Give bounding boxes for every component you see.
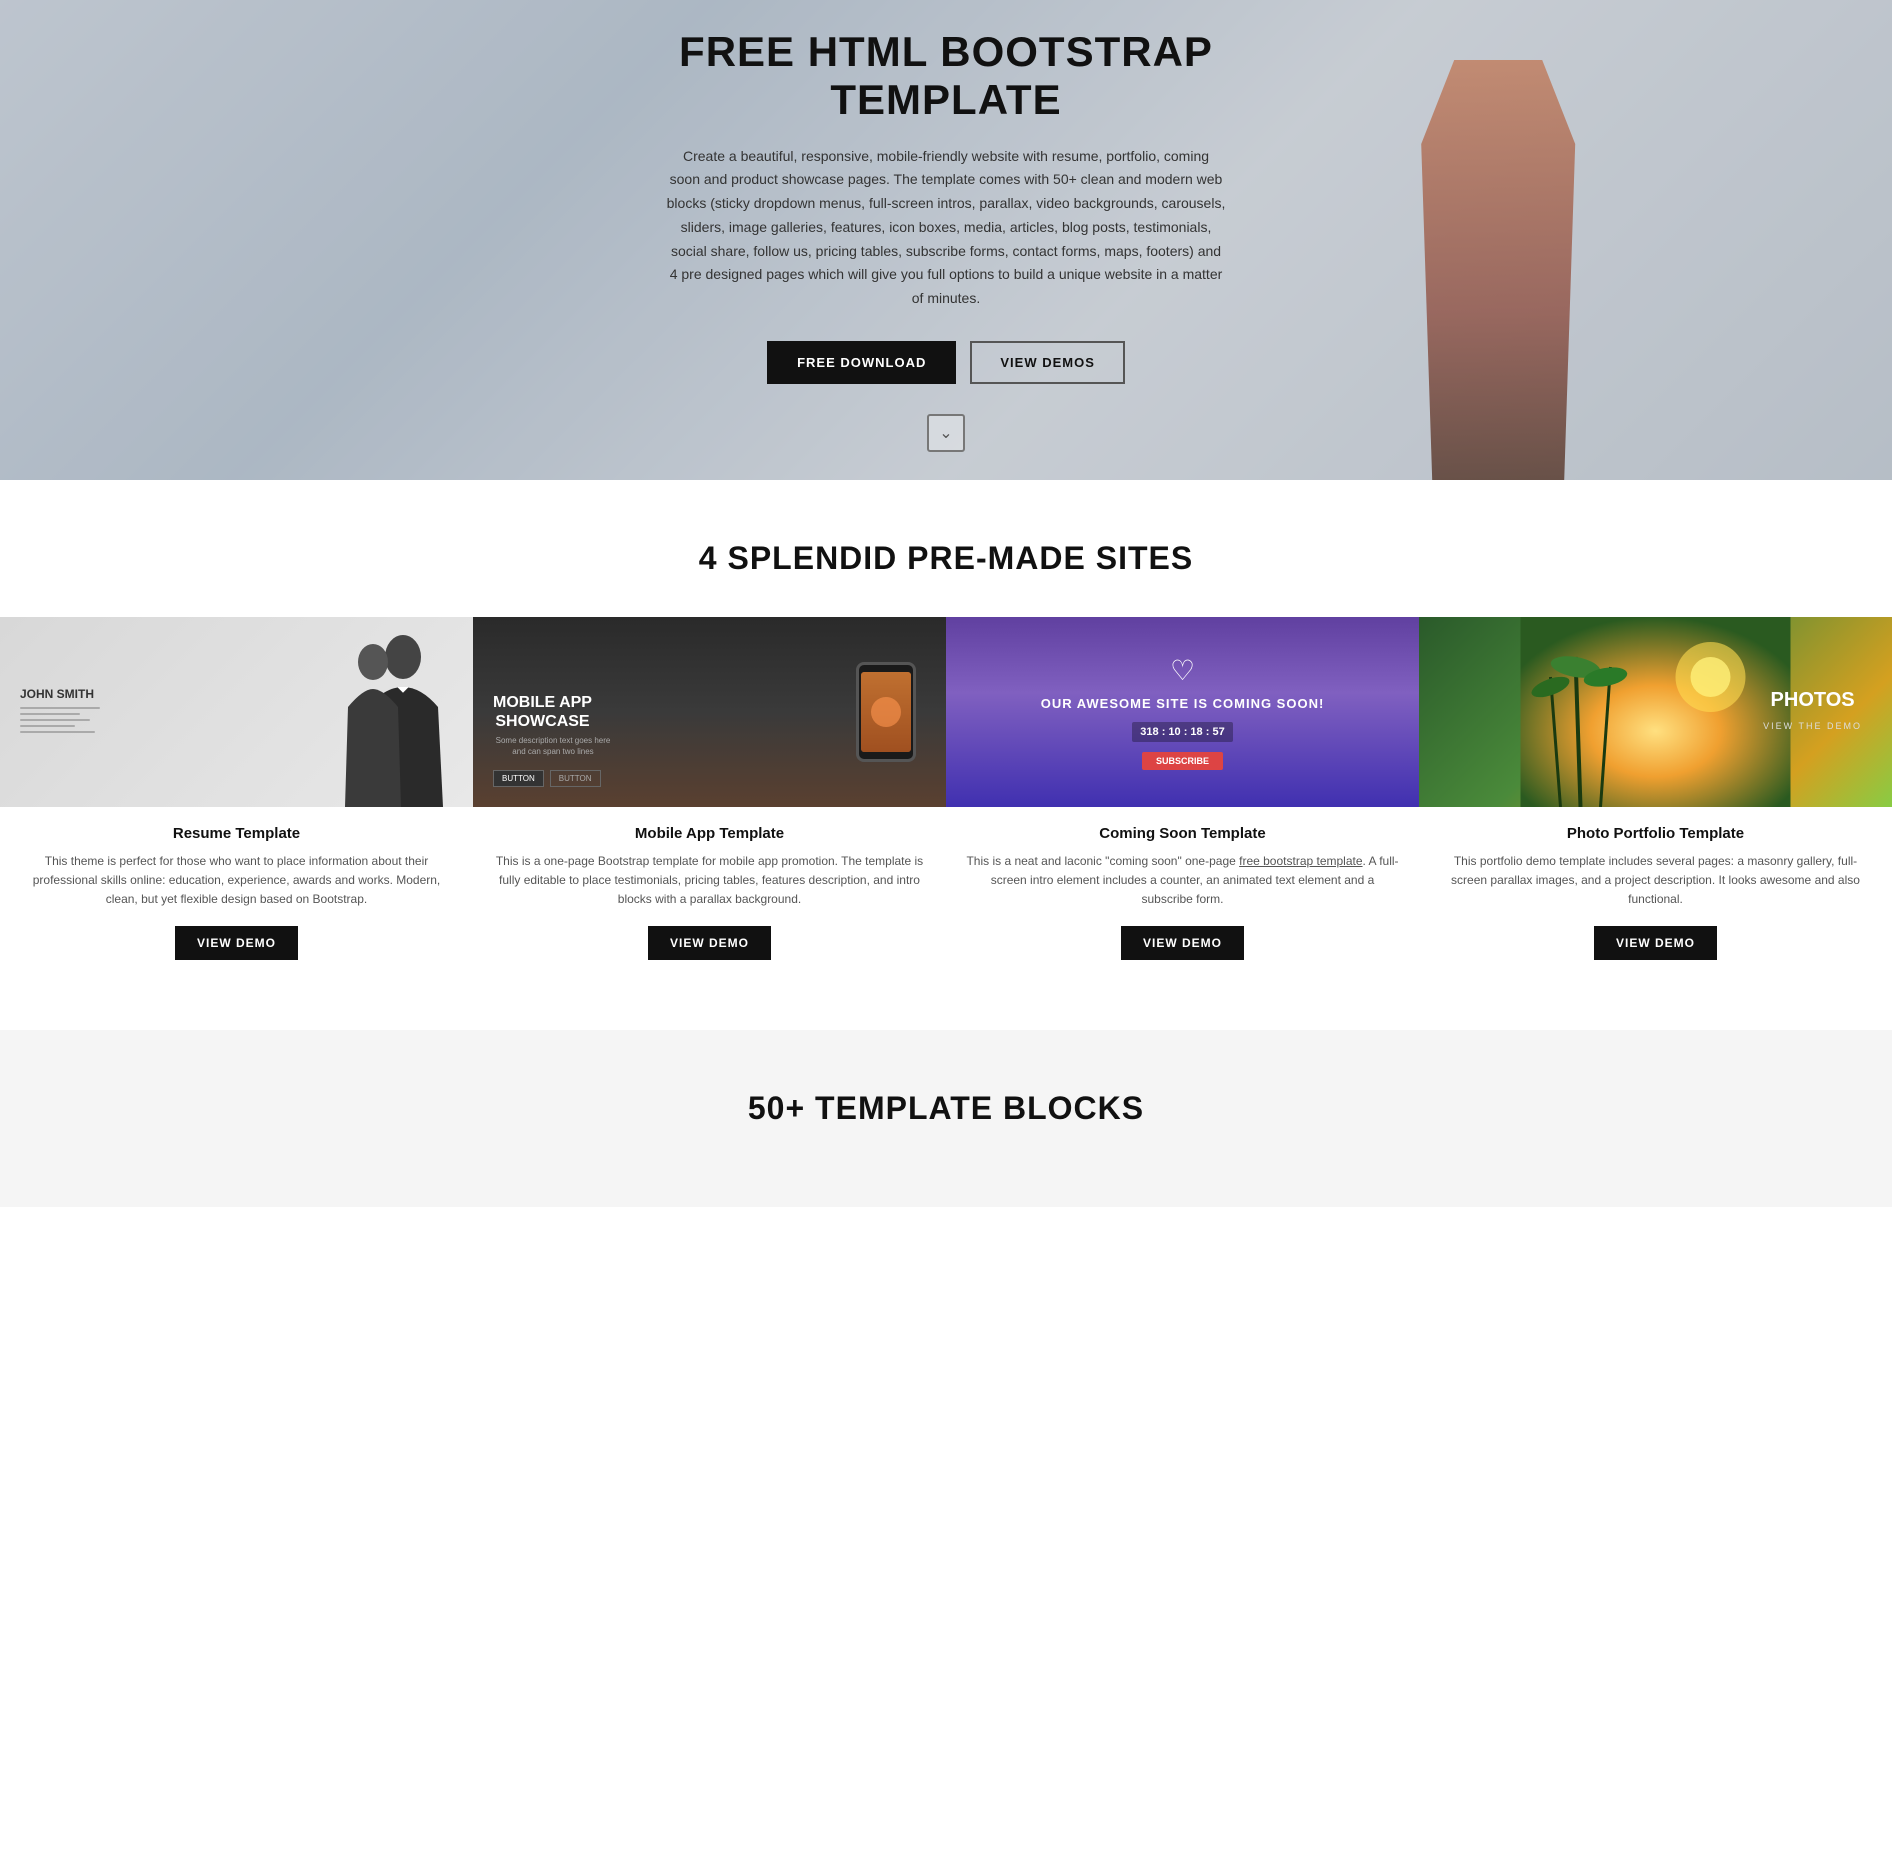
card-mobile-desc: This is a one-page Bootstrap template fo… bbox=[493, 852, 926, 910]
blocks-section: 50+ TEMPLATE BLOCKS bbox=[0, 1030, 1892, 1207]
card-coming-image: ♡ OUR AWESOME SITE IS COMING SOON! 318 :… bbox=[946, 617, 1419, 807]
resume-line-4 bbox=[20, 725, 75, 727]
card-photos-image: PHOTOS VIEW THE DEMO bbox=[1419, 617, 1892, 807]
resume-lines bbox=[20, 707, 100, 733]
hero-section: FREE HTML BOOTSTRAP TEMPLATE Create a be… bbox=[0, 0, 1892, 480]
chevron-down-icon: ⌄ bbox=[939, 423, 952, 443]
hero-title: FREE HTML BOOTSTRAP TEMPLATE bbox=[666, 28, 1226, 125]
card-coming-demo-button[interactable]: VIEW DEMO bbox=[1121, 926, 1244, 960]
mobile-sub-text: Some description text goes here and can … bbox=[493, 735, 613, 757]
photos-title-text: PHOTOS bbox=[1771, 689, 1855, 711]
cards-row: JOHN SMITH bbox=[0, 617, 1892, 990]
phone-shape bbox=[856, 662, 916, 762]
coming-link[interactable]: free bootstrap template bbox=[1239, 854, 1362, 868]
card-photos-desc: This portfolio demo template includes se… bbox=[1439, 852, 1872, 910]
card-resume-title: Resume Template bbox=[0, 825, 473, 842]
resume-line-5 bbox=[20, 731, 95, 733]
card-photos: PHOTOS VIEW THE DEMO Photo Portfolio Tem… bbox=[1419, 617, 1892, 990]
card-coming-desc: This is a neat and laconic "coming soon"… bbox=[966, 852, 1399, 910]
card-coming-title: Coming Soon Template bbox=[946, 825, 1419, 842]
resume-name: JOHN SMITH bbox=[20, 687, 100, 701]
card-photos-title: Photo Portfolio Template bbox=[1419, 825, 1892, 842]
view-demos-button[interactable]: VIEW DEMOS bbox=[970, 341, 1125, 384]
phone-screen-content bbox=[861, 672, 911, 752]
mobile-showcase-text: MOBILE APPSHOWCASE bbox=[493, 693, 592, 731]
coming-subscribe-btn: SUBSCRIBE bbox=[1142, 752, 1223, 770]
person-silhouette-svg bbox=[313, 627, 463, 807]
hero-buttons: FREE DOWNLOAD VIEW DEMOS bbox=[666, 341, 1226, 384]
card-mobile-demo-button[interactable]: VIEW DEMO bbox=[648, 926, 771, 960]
resume-line-3 bbox=[20, 719, 90, 721]
sites-section: 4 SPLENDID PRE-MADE SITES JOHN SMITH bbox=[0, 480, 1892, 1030]
mobile-cta-buttons: BUTTON BUTTON bbox=[493, 770, 601, 787]
card-mobile-image: MOBILE APPSHOWCASE Some description text… bbox=[473, 617, 946, 807]
photos-label: PHOTOS VIEW THE DEMO bbox=[1763, 689, 1862, 735]
mobile-preview: MOBILE APPSHOWCASE Some description text… bbox=[473, 617, 946, 807]
coming-counter: 318 : 10 : 18 : 57 bbox=[1132, 722, 1232, 742]
coming-heart-icon: ♡ bbox=[1170, 654, 1195, 688]
download-button[interactable]: FREE DOWNLOAD bbox=[767, 341, 956, 384]
coming-sub-btn-label[interactable]: SUBSCRIBE bbox=[1142, 752, 1223, 770]
card-mobile: MOBILE APPSHOWCASE Some description text… bbox=[473, 617, 946, 990]
hero-subtitle: Create a beautiful, responsive, mobile-f… bbox=[666, 145, 1226, 312]
blocks-section-title: 50+ TEMPLATE BLOCKS bbox=[0, 1090, 1892, 1127]
mobile-btn-1: BUTTON bbox=[493, 770, 544, 787]
card-photos-demo-button[interactable]: VIEW DEMO bbox=[1594, 926, 1717, 960]
hero-content: FREE HTML BOOTSTRAP TEMPLATE Create a be… bbox=[646, 28, 1246, 452]
photos-sub: VIEW THE DEMO bbox=[1763, 721, 1862, 731]
resume-line-1 bbox=[20, 707, 100, 709]
card-resume-image: JOHN SMITH bbox=[0, 617, 473, 807]
scroll-down-button[interactable]: ⌄ bbox=[927, 414, 965, 452]
coming-site-title: OUR AWESOME SITE IS COMING SOON! bbox=[1041, 696, 1325, 713]
coming-preview: ♡ OUR AWESOME SITE IS COMING SOON! 318 :… bbox=[946, 617, 1419, 807]
resume-silhouette: JOHN SMITH bbox=[0, 617, 473, 807]
resume-preview: JOHN SMITH bbox=[0, 617, 473, 807]
card-resume-demo-button[interactable]: VIEW DEMO bbox=[175, 926, 298, 960]
card-mobile-title: Mobile App Template bbox=[473, 825, 946, 842]
photos-preview: PHOTOS VIEW THE DEMO bbox=[1419, 617, 1892, 807]
sites-section-title: 4 SPLENDID PRE-MADE SITES bbox=[0, 540, 1892, 577]
mobile-btn-2: BUTTON bbox=[550, 770, 601, 787]
phone-screen bbox=[861, 672, 911, 752]
resume-line-2 bbox=[20, 713, 80, 715]
card-resume-desc: This theme is perfect for those who want… bbox=[20, 852, 453, 910]
phone-circle bbox=[871, 697, 901, 727]
card-coming: ♡ OUR AWESOME SITE IS COMING SOON! 318 :… bbox=[946, 617, 1419, 990]
card-resume: JOHN SMITH bbox=[0, 617, 473, 990]
resume-text-area: JOHN SMITH bbox=[20, 687, 100, 737]
